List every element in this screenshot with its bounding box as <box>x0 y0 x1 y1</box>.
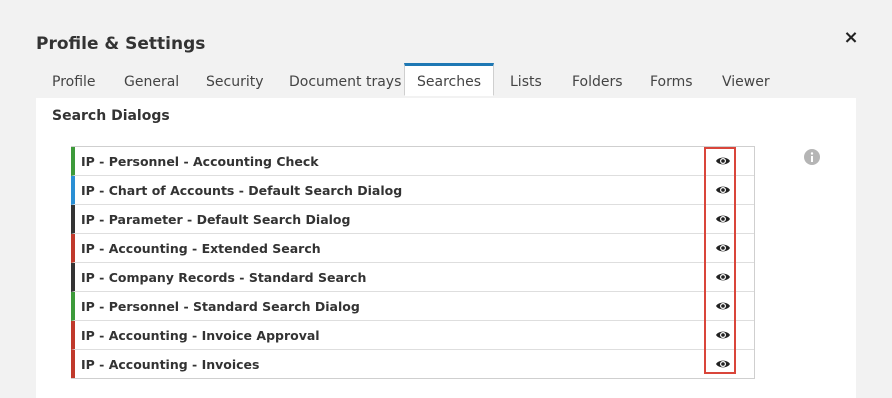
search-dialog-label: IP - Chart of Accounts - Default Search … <box>81 183 403 198</box>
search-dialog-list: IP - Personnel - Accounting Check IP - Ch… <box>71 146 755 379</box>
list-item[interactable]: IP - Accounting - Invoice Approval <box>71 321 754 350</box>
tab-forms[interactable]: Forms <box>650 64 693 98</box>
search-dialog-label: IP - Accounting - Extended Search <box>81 241 321 256</box>
dialog-title: Profile & Settings <box>36 34 206 54</box>
eye-icon[interactable] <box>715 182 731 198</box>
list-item[interactable]: IP - Chart of Accounts - Default Search … <box>71 176 754 205</box>
eye-icon[interactable] <box>715 240 731 256</box>
search-dialog-label: IP - Accounting - Invoices <box>81 357 260 372</box>
eye-icon[interactable] <box>715 269 731 285</box>
tab-viewer[interactable]: Viewer <box>722 64 770 98</box>
tab-general[interactable]: General <box>124 64 179 98</box>
eye-icon[interactable] <box>715 211 731 227</box>
tab-searches[interactable]: Searches <box>404 63 494 96</box>
eye-icon[interactable] <box>715 327 731 343</box>
list-item[interactable]: IP - Company Records - Standard Search <box>71 263 754 292</box>
tab-lists[interactable]: Lists <box>510 64 542 98</box>
list-item[interactable]: IP - Accounting - Extended Search <box>71 234 754 263</box>
search-dialog-label: IP - Company Records - Standard Search <box>81 270 367 285</box>
search-dialog-label: IP - Accounting - Invoice Approval <box>81 328 320 343</box>
tab-profile[interactable]: Profile <box>52 64 96 98</box>
tab-bar: Profile General Security Document trays … <box>36 63 856 99</box>
eye-icon[interactable] <box>715 153 731 169</box>
eye-icon[interactable] <box>715 356 731 372</box>
eye-icon[interactable] <box>715 298 731 314</box>
searches-panel: Search Dialogs IP - Personnel - Accounti… <box>36 98 856 398</box>
section-title: Search Dialogs <box>52 108 170 124</box>
search-dialog-label: IP - Personnel - Accounting Check <box>81 154 319 169</box>
tab-folders[interactable]: Folders <box>572 64 623 98</box>
search-dialog-label: IP - Personnel - Standard Search Dialog <box>81 299 360 314</box>
tab-security[interactable]: Security <box>206 64 264 98</box>
close-icon[interactable]: × <box>843 28 859 48</box>
list-item[interactable]: IP - Personnel - Standard Search Dialog <box>71 292 754 321</box>
search-dialog-label: IP - Parameter - Default Search Dialog <box>81 212 351 227</box>
list-item[interactable]: IP - Accounting - Invoices <box>71 350 754 378</box>
tab-document-trays[interactable]: Document trays <box>289 64 401 98</box>
list-item[interactable]: IP - Parameter - Default Search Dialog <box>71 205 754 234</box>
info-icon[interactable] <box>804 149 820 165</box>
list-item[interactable]: IP - Personnel - Accounting Check <box>71 147 754 176</box>
